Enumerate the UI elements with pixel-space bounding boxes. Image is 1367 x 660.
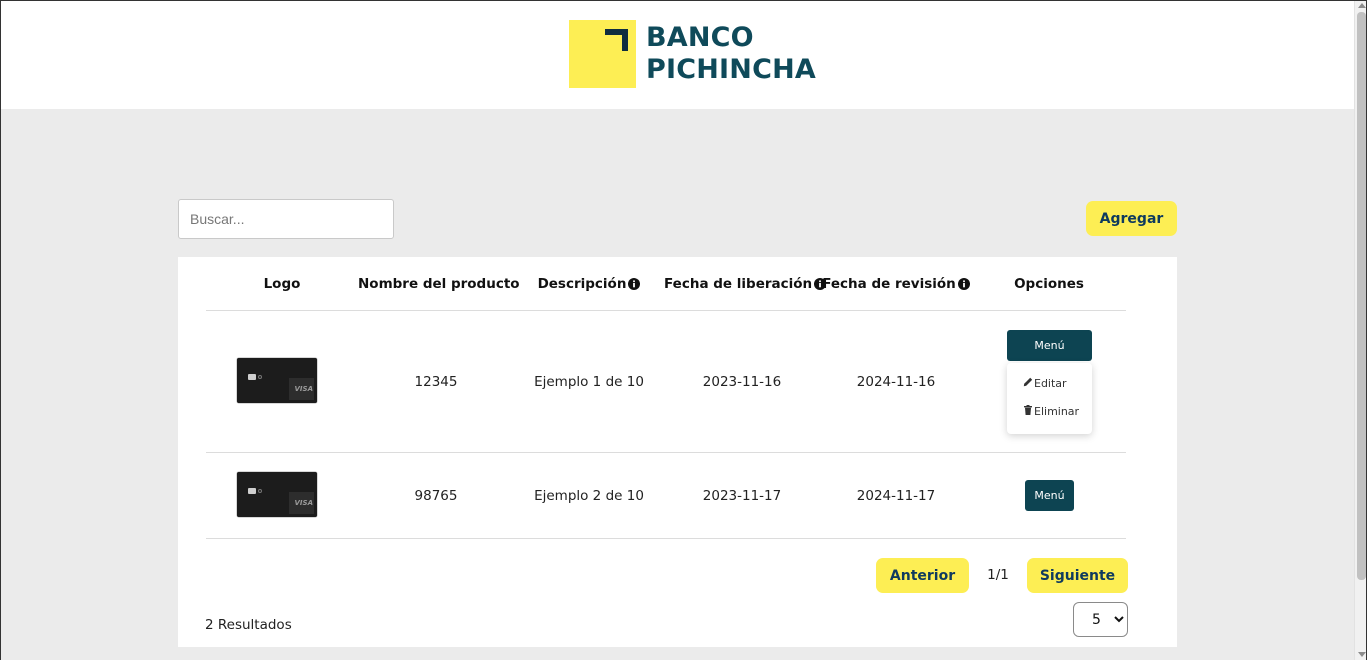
next-page-button[interactable]: Siguiente	[1027, 558, 1128, 593]
page-indicator: 1/1	[987, 567, 1009, 583]
brand-logo-mark	[569, 20, 636, 88]
search-input[interactable]	[178, 199, 394, 239]
column-header-name: Nombre del producto	[358, 276, 520, 292]
column-header-logo: Logo	[263, 276, 301, 292]
brand-line-1: BANCO	[646, 22, 754, 53]
cell-product-name: 98765	[414, 488, 458, 504]
visa-card-image: VISA	[237, 472, 317, 517]
edit-menu-item[interactable]: Editar	[1023, 377, 1067, 390]
vertical-scrollbar[interactable]	[1354, 0, 1367, 660]
scrollbar-thumb[interactable]	[1357, 12, 1366, 580]
row-menu-button[interactable]: Menú	[1007, 330, 1092, 361]
cell-release-date: 2023-11-16	[702, 374, 782, 390]
row-options-dropdown: Editar Eliminar	[1007, 363, 1092, 434]
info-circle-icon[interactable]	[628, 276, 641, 296]
column-header-revision-date: Fecha de revisión	[820, 274, 972, 294]
previous-page-button[interactable]: Anterior	[876, 558, 969, 593]
column-header-revision-label: Fecha de revisión	[822, 276, 956, 292]
page-header: BANCO PICHINCHA	[0, 0, 1354, 109]
pencil-icon	[1023, 377, 1034, 390]
scroll-up-arrow-icon[interactable]	[1358, 3, 1366, 8]
cell-product-name: 12345	[414, 374, 458, 390]
edit-menu-label: Editar	[1034, 377, 1067, 390]
cell-revision-date: 2024-11-17	[856, 488, 936, 504]
cell-description: Ejemplo 2 de 10	[534, 488, 644, 504]
cell-description: Ejemplo 1 de 10	[534, 374, 644, 390]
row-divider	[206, 538, 1126, 539]
visa-brand-text: VISA	[294, 499, 313, 507]
visa-brand-text: VISA	[294, 385, 313, 393]
info-circle-icon[interactable]	[957, 276, 970, 296]
column-header-description-label: Descripción	[537, 276, 627, 292]
brand-line-2: PICHINCHA	[646, 54, 816, 85]
row-divider	[206, 452, 1126, 453]
column-header-options: Opciones	[1014, 276, 1084, 292]
header-divider	[206, 310, 1126, 311]
column-header-release-label: Fecha de liberación	[664, 276, 813, 292]
cell-release-date: 2023-11-17	[702, 488, 782, 504]
delete-menu-item[interactable]: Eliminar	[1023, 405, 1079, 418]
brand-logo: BANCO PICHINCHA	[569, 20, 816, 88]
column-header-description: Descripción	[514, 274, 664, 294]
visa-card-image: VISA	[237, 358, 317, 403]
column-header-release-date: Fecha de liberación	[664, 274, 827, 294]
trash-icon	[1023, 405, 1034, 418]
brand-logo-text: BANCO PICHINCHA	[646, 22, 816, 86]
results-count: 2 Resultados	[205, 617, 292, 633]
row-menu-button[interactable]: Menú	[1025, 480, 1074, 511]
cell-revision-date: 2024-11-16	[856, 374, 936, 390]
scroll-down-arrow-icon[interactable]	[1358, 652, 1366, 657]
add-button[interactable]: Agregar	[1086, 201, 1177, 236]
delete-menu-label: Eliminar	[1034, 405, 1080, 418]
page-size-select[interactable]: 5	[1073, 602, 1128, 637]
